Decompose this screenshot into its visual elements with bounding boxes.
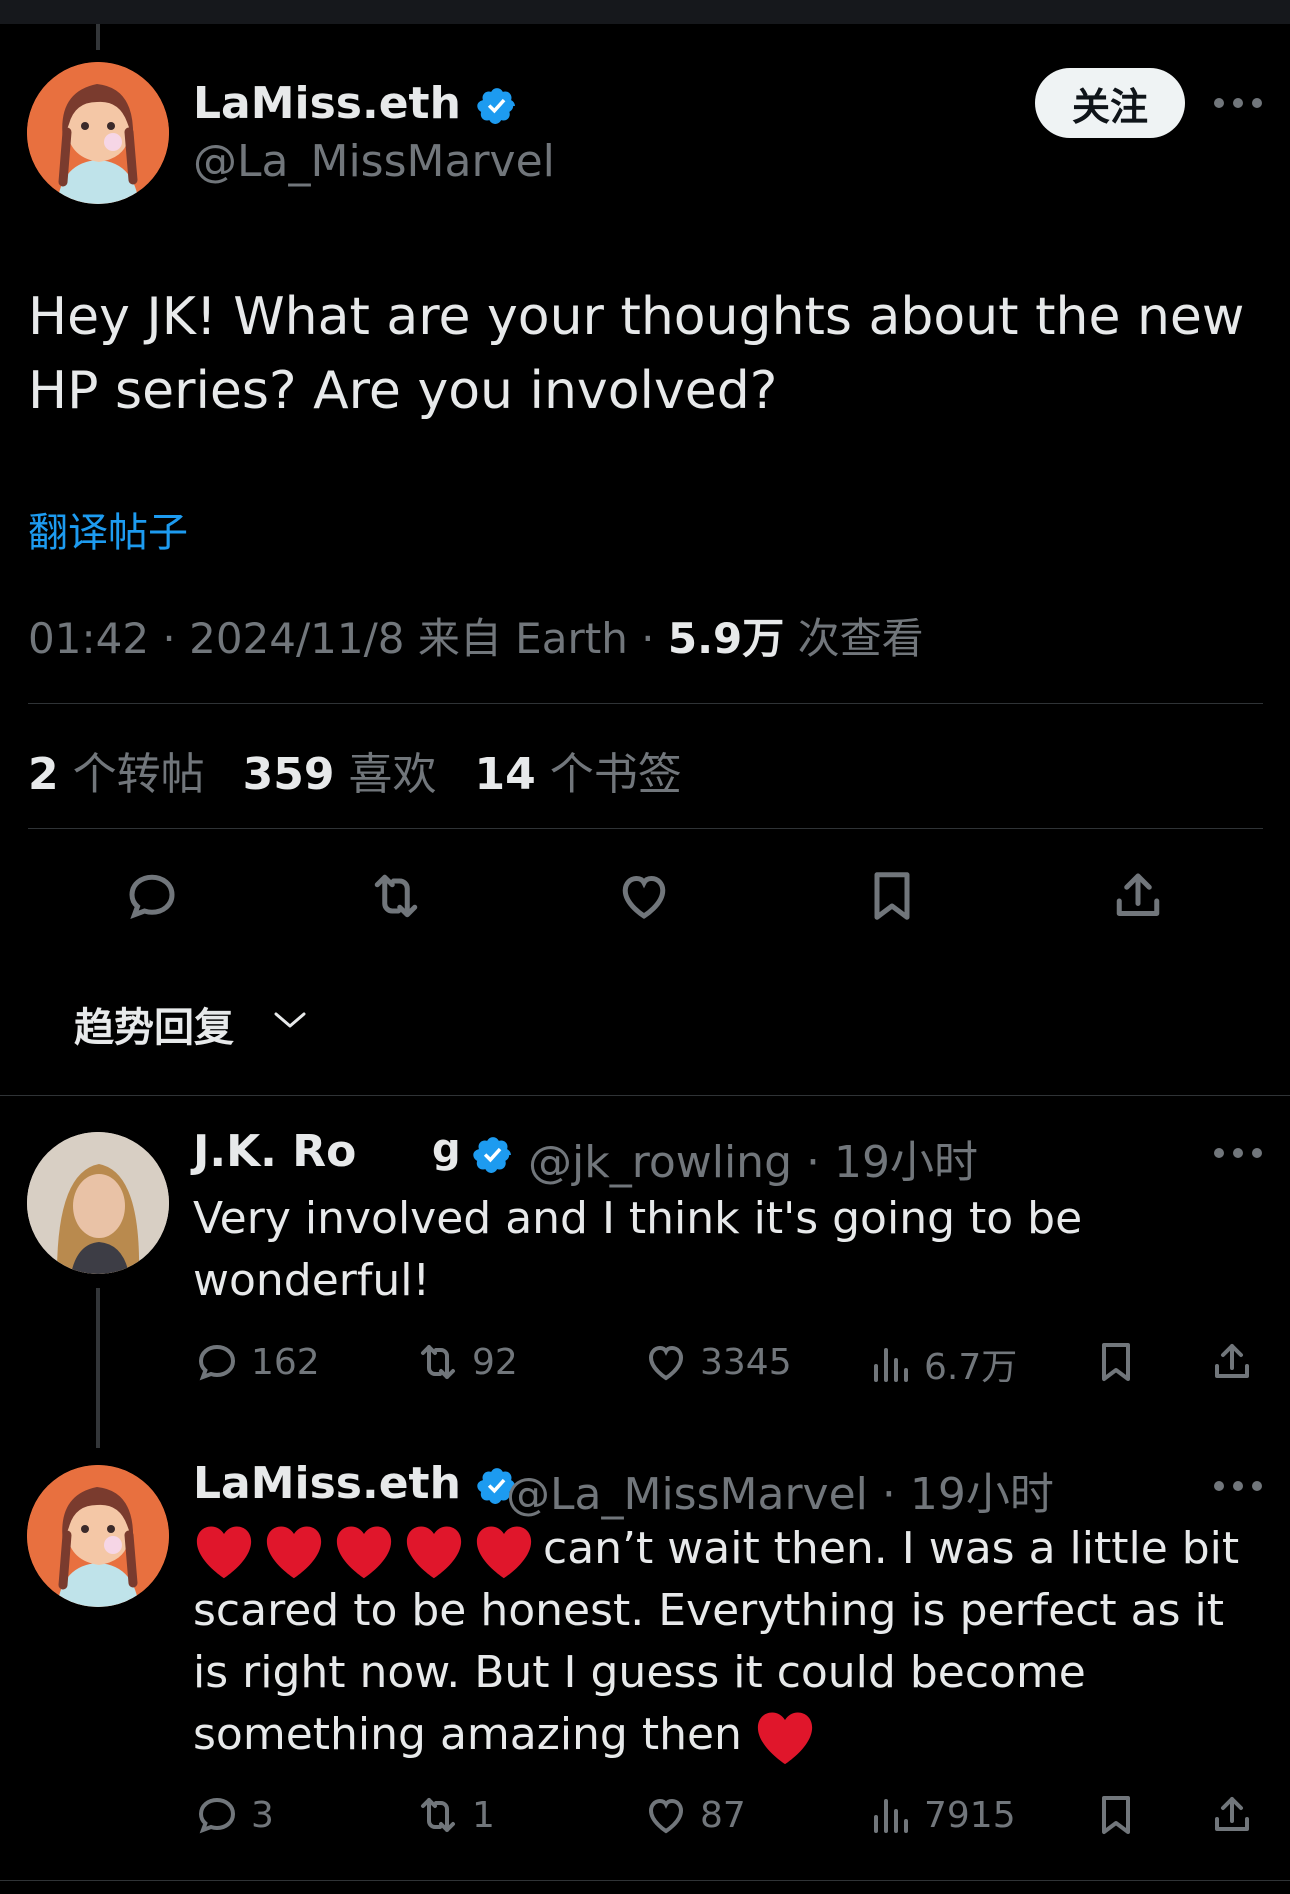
tweet-source: 来自 Earth bbox=[417, 614, 628, 663]
thread-connector bbox=[96, 1288, 100, 1448]
bookmark-icon[interactable] bbox=[862, 866, 922, 926]
reply-author-name[interactable]: LaMiss.eth bbox=[193, 1458, 518, 1509]
avatar-lamiss[interactable] bbox=[27, 1465, 169, 1607]
reply-count: 162 bbox=[251, 1341, 320, 1383]
repost-count: 1 bbox=[472, 1794, 495, 1836]
share-icon[interactable] bbox=[1108, 866, 1168, 926]
views-count: 7915 bbox=[924, 1794, 1016, 1836]
repost-count: 92 bbox=[472, 1341, 518, 1383]
bookmark-action[interactable] bbox=[1092, 1791, 1150, 1839]
share-action[interactable] bbox=[1208, 1791, 1266, 1839]
heart-emoji-icon bbox=[266, 1526, 322, 1579]
like-count: 3345 bbox=[700, 1341, 792, 1383]
author-name[interactable]: LaMiss.eth bbox=[193, 78, 518, 129]
reply-handle-time: @jk_rowling · 19小时 bbox=[528, 1137, 978, 1188]
like-icon[interactable] bbox=[614, 866, 674, 926]
more-options-icon[interactable] bbox=[1214, 1476, 1262, 1496]
avatar-lamiss[interactable] bbox=[27, 62, 169, 204]
like-action[interactable]: 3345 bbox=[642, 1338, 792, 1386]
thread-connector-top bbox=[96, 24, 100, 50]
section-separator bbox=[0, 1095, 1290, 1096]
repost-icon[interactable] bbox=[366, 866, 426, 926]
chevron-down-icon[interactable] bbox=[272, 1008, 308, 1032]
views-label: 次查看 bbox=[797, 614, 924, 663]
views-count: 6.7万 bbox=[924, 1347, 1018, 1388]
bookmarks-stat[interactable]: 14 个书签 bbox=[474, 749, 681, 800]
reply-author-name[interactable]: J.K. Ro bbox=[193, 1126, 356, 1177]
reply-action[interactable]: 162 bbox=[193, 1338, 320, 1386]
reply-icon[interactable] bbox=[122, 866, 182, 926]
repost-action[interactable]: 92 bbox=[414, 1338, 518, 1386]
tweet-date[interactable]: 2024/11/8 bbox=[189, 614, 404, 663]
repost-action[interactable]: 1 bbox=[414, 1791, 495, 1839]
like-icon[interactable] bbox=[642, 1791, 690, 1839]
divider bbox=[28, 828, 1263, 829]
views-chart-icon[interactable] bbox=[866, 1791, 914, 1839]
repost-icon[interactable] bbox=[414, 1338, 462, 1386]
more-options-icon[interactable] bbox=[1214, 93, 1262, 113]
bookmark-icon[interactable] bbox=[1092, 1338, 1140, 1386]
views-chart-icon[interactable] bbox=[866, 1340, 914, 1388]
avatar-jk-rowling[interactable] bbox=[27, 1132, 169, 1274]
heart-emoji-icon bbox=[196, 1526, 252, 1579]
repost-icon[interactable] bbox=[414, 1791, 462, 1839]
reply-handle[interactable]: @La_MissMarvel bbox=[506, 1469, 868, 1520]
likes-stat[interactable]: 359 喜欢 bbox=[243, 749, 437, 800]
reply-handle-time: @La_MissMarvel · 19小时 bbox=[506, 1469, 1054, 1520]
heart-emoji-end bbox=[742, 1709, 824, 1765]
reply-author-name-fragment[interactable]: g bbox=[432, 1126, 461, 1172]
heart-emojis bbox=[193, 1523, 543, 1579]
like-icon[interactable] bbox=[642, 1338, 690, 1386]
reply-time[interactable]: 19小时 bbox=[910, 1469, 1054, 1520]
heart-emoji-icon bbox=[406, 1526, 462, 1579]
views-action[interactable]: 7915 bbox=[866, 1791, 1016, 1839]
reply-count: 3 bbox=[251, 1794, 274, 1836]
reply-icon[interactable] bbox=[193, 1338, 241, 1386]
tweet-text: Hey JK! What are your thoughts about the… bbox=[28, 287, 1245, 421]
reply-time[interactable]: 19小时 bbox=[834, 1137, 978, 1188]
bookmark-action[interactable] bbox=[1092, 1338, 1150, 1386]
verified-badge-icon bbox=[472, 1134, 514, 1176]
share-icon[interactable] bbox=[1208, 1791, 1256, 1839]
reply-icon[interactable] bbox=[193, 1791, 241, 1839]
divider bbox=[28, 703, 1263, 704]
bookmark-icon[interactable] bbox=[1092, 1791, 1140, 1839]
tweet-meta: 01:42 · 2024/11/8 来自 Earth · 5.9万 次查看 bbox=[28, 614, 924, 663]
heart-emoji-icon bbox=[476, 1526, 532, 1579]
views-count: 5.9万 bbox=[667, 614, 785, 663]
views-action[interactable]: 6.7万 bbox=[866, 1338, 1017, 1390]
like-count: 87 bbox=[700, 1794, 746, 1836]
follow-button[interactable]: 关注 bbox=[1035, 68, 1185, 138]
reply-text: can’t wait then. I was a little bit scar… bbox=[193, 1518, 1253, 1766]
engagement-stats: 2 个转帖 359 喜欢 14 个书签 bbox=[28, 738, 682, 802]
tweet-time[interactable]: 01:42 bbox=[28, 614, 149, 663]
like-action[interactable]: 87 bbox=[642, 1791, 746, 1839]
top-bar bbox=[0, 0, 1290, 24]
reply-handle[interactable]: @jk_rowling bbox=[528, 1137, 792, 1188]
reply-author-name-text[interactable]: J.K. Ro bbox=[193, 1126, 356, 1177]
author-name-text[interactable]: LaMiss.eth bbox=[193, 78, 461, 129]
verified-badge-icon bbox=[476, 85, 518, 127]
reply-text: Very involved and I think it's going to … bbox=[193, 1193, 1083, 1306]
reposts-stat[interactable]: 2 个转帖 bbox=[28, 749, 205, 800]
heart-emoji-icon bbox=[336, 1526, 392, 1579]
section-separator bbox=[0, 1880, 1290, 1881]
share-icon[interactable] bbox=[1208, 1338, 1256, 1386]
reply-author-name-text[interactable]: LaMiss.eth bbox=[193, 1458, 461, 1509]
sort-replies-label[interactable]: 趋势回复 bbox=[74, 995, 234, 1053]
share-action[interactable] bbox=[1208, 1338, 1266, 1386]
translate-post-link[interactable]: 翻译帖子 bbox=[28, 500, 188, 558]
reply-action[interactable]: 3 bbox=[193, 1791, 274, 1839]
author-handle[interactable]: @La_MissMarvel bbox=[193, 136, 555, 187]
more-options-icon[interactable] bbox=[1214, 1143, 1262, 1163]
